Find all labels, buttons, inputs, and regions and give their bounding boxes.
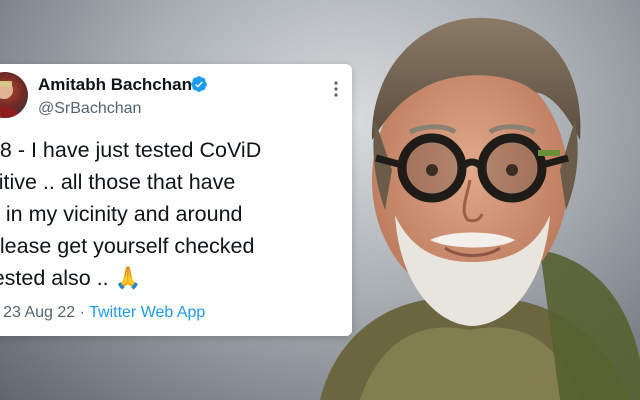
- author-name[interactable]: Amitabh Bachchan: [38, 75, 192, 95]
- avatar[interactable]: [0, 72, 28, 118]
- tweet-text-line: l tested also .. 🙏: [0, 266, 142, 290]
- verified-badge-icon: [191, 76, 207, 92]
- tweet-source-link[interactable]: Twitter Web App: [89, 304, 205, 321]
- meme-image: Amitabh Bachchan @SrBachchan 388 - I hav…: [0, 0, 640, 400]
- tweet-text-line: en in my vicinity and around: [0, 202, 243, 226]
- tweet-timestamp[interactable]: 5 · 23 Aug 22 ·: [0, 304, 89, 321]
- more-options-icon[interactable]: [328, 80, 344, 98]
- tweet-text-line: 388 - I have just tested CoViD: [0, 138, 262, 162]
- author-handle[interactable]: @SrBachchan: [38, 100, 141, 118]
- tweet-text-line: , please get yourself checked: [0, 234, 255, 258]
- tweet-text-line: ositive .. all those that have: [0, 170, 236, 194]
- tweet-text: 388 - I have just tested CoViD ositive .…: [0, 134, 352, 294]
- tweet-card[interactable]: Amitabh Bachchan @SrBachchan 388 - I hav…: [0, 64, 352, 336]
- tweet-meta: 5 · 23 Aug 22 · Twitter Web App: [0, 304, 205, 322]
